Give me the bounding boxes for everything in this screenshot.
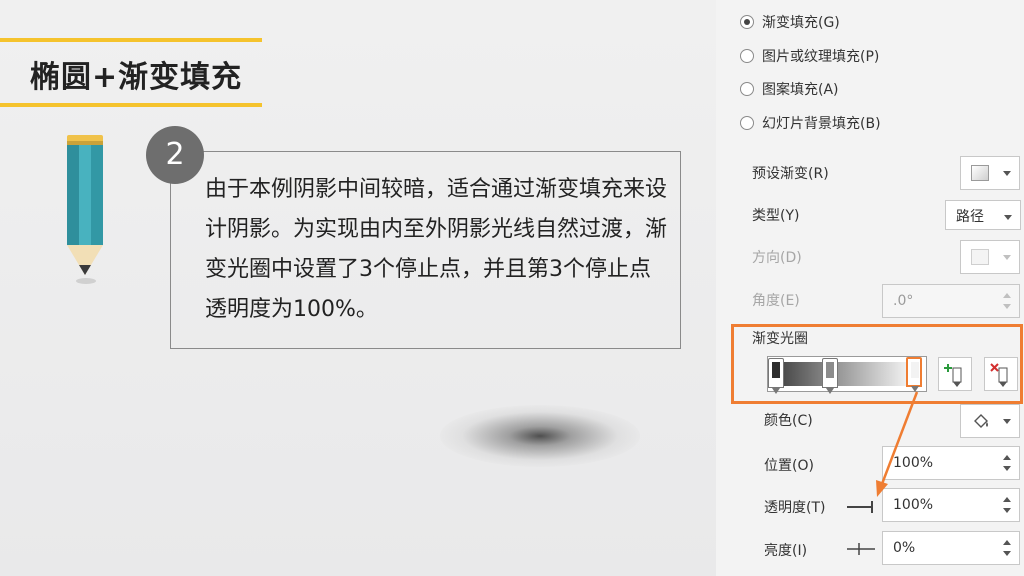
slide-canvas: 椭圆+渐变填充 由于本例阴影中间较暗，适合通过渐变填充来设计阴影。为实现由内至外… [0,0,716,576]
chevron-down-icon [1003,419,1011,424]
radio-dot[interactable] [740,15,754,29]
gradient-stop-1[interactable] [768,358,784,394]
spin-up-icon[interactable] [1003,540,1011,545]
spin-up-icon[interactable] [1003,455,1011,460]
stop-swatch [772,362,780,378]
chevron-down-icon [1003,171,1011,176]
radio-background-fill[interactable]: 幻灯片背景填充(B) [740,112,881,134]
type-value: 路径 [956,209,984,225]
remove-stop-button[interactable] [984,357,1018,391]
radio-gradient-fill[interactable]: 渐变填充(G) [740,11,840,33]
chevron-down-icon [1003,255,1011,260]
spin-down-icon[interactable] [1003,551,1011,556]
radio-dot[interactable] [740,49,754,63]
brightness-value: 0% [893,540,916,556]
title-rule-bottom [0,103,262,107]
spin-down-icon[interactable] [1003,304,1011,309]
pencil-icon [67,135,103,284]
title-rule-top [0,38,262,42]
angle-value: .0° [893,293,914,309]
angle-input[interactable]: .0° [882,284,1020,318]
transparency-value: 100% [893,497,934,513]
paint-bucket-icon [974,414,988,430]
brightness-label: 亮度(I) [764,543,808,559]
radio-dot[interactable] [740,82,754,96]
direction-dropdown[interactable] [960,240,1020,274]
radio-label: 图案填充(A) [762,82,839,98]
spin-up-icon[interactable] [1003,293,1011,298]
brightness-slider[interactable] [847,543,875,555]
step-number-badge: 2 [146,126,204,184]
type-dropdown[interactable]: 路径 [945,200,1021,230]
chevron-down-icon [1004,215,1012,220]
slide-title: 椭圆+渐变填充 [30,60,243,95]
direction-swatch [971,249,989,265]
color-label: 颜色(C) [764,413,813,429]
gradient-stop-2[interactable] [822,358,838,394]
gradient-swatch [971,165,989,181]
preset-gradient-dropdown[interactable] [960,156,1020,190]
preset-gradient-label: 预设渐变(R) [752,166,829,182]
add-stop-icon [944,364,962,387]
position-label: 位置(O) [764,458,814,474]
angle-label: 角度(E) [752,293,800,309]
direction-label: 方向(D) [752,250,802,266]
transparency-slider[interactable] [847,501,875,513]
gradient-stops-bar[interactable] [767,356,927,392]
format-shape-pane: 渐变填充(G) 图片或纹理填充(P) 图案填充(A) 幻灯片背景填充(B) 预设… [716,0,1024,576]
ellipse-shadow-shape[interactable] [440,405,640,467]
radio-picture-fill[interactable]: 图片或纹理填充(P) [740,45,879,67]
remove-stop-icon [990,363,1008,387]
brightness-input[interactable]: 0% [882,531,1020,565]
callout-text: 由于本例阴影中间较暗，适合通过渐变填充来设计阴影。为实现由内至外阴影光线自然过渡… [205,177,668,322]
position-value: 100% [893,455,934,471]
radio-label: 图片或纹理填充(P) [762,49,880,65]
spin-down-icon[interactable] [1003,508,1011,513]
type-label: 类型(Y) [752,208,800,224]
color-dropdown[interactable] [960,404,1020,438]
gradient-stop-3[interactable] [906,357,922,392]
radio-label: 渐变填充(G) [762,15,840,31]
stop-swatch [911,362,919,378]
spin-down-icon[interactable] [1003,466,1011,471]
gradient-stops-label: 渐变光圈 [752,331,808,347]
add-stop-button[interactable] [938,357,972,391]
position-input[interactable]: 100% [882,446,1020,480]
transparency-input[interactable]: 100% [882,488,1020,522]
radio-pattern-fill[interactable]: 图案填充(A) [740,78,839,100]
spin-up-icon[interactable] [1003,497,1011,502]
stop-swatch [826,362,834,378]
callout-box: 由于本例阴影中间较暗，适合通过渐变填充来设计阴影。为实现由内至外阴影光线自然过渡… [170,151,681,349]
radio-label: 幻灯片背景填充(B) [762,116,881,132]
gradient-preview [771,362,923,386]
radio-dot[interactable] [740,116,754,130]
transparency-label: 透明度(T) [764,500,826,516]
